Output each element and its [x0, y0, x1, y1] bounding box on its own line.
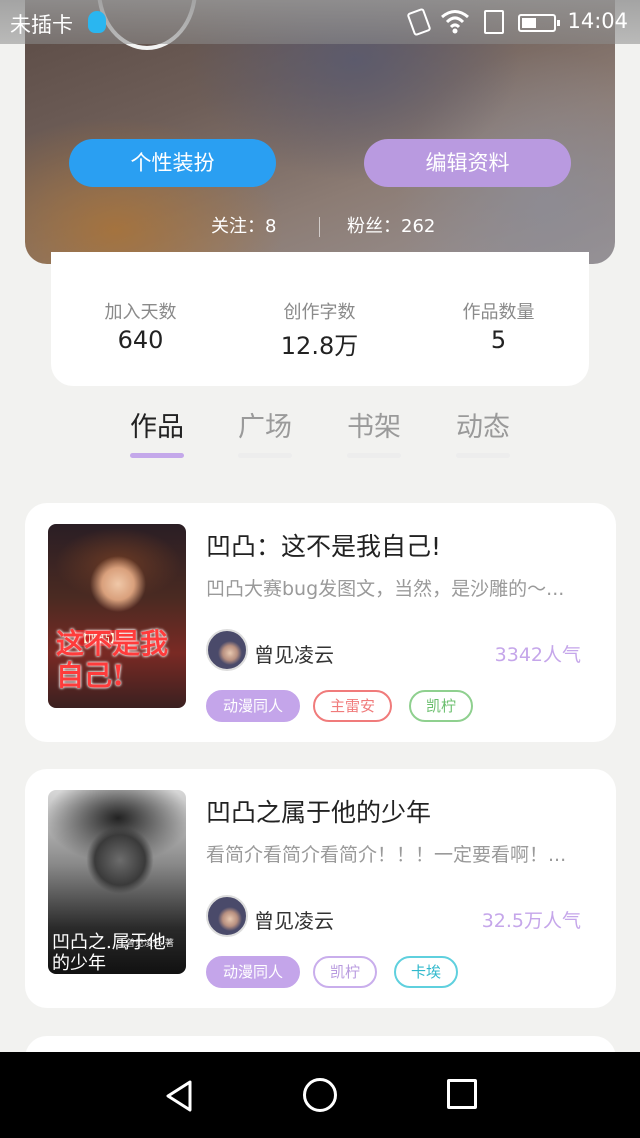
- stat-label: 作品数量: [462, 302, 535, 323]
- tab-indicator: [238, 453, 292, 458]
- popularity-count: 3342人气: [494, 644, 581, 666]
- carrier-label: 未插卡: [10, 13, 73, 37]
- author-name[interactable]: 曾见凌云: [254, 905, 334, 934]
- tab-indicator: [456, 453, 510, 458]
- status-bar: 未插卡 14:04: [0, 0, 640, 44]
- work-description: 凹凸大赛bug发图文，当然，是沙雕的～...: [206, 578, 565, 600]
- home-icon[interactable]: [303, 1078, 337, 1112]
- tab-label: 广场: [238, 412, 292, 443]
- work-tag[interactable]: 主雷安: [313, 690, 393, 722]
- tab-works[interactable]: 作品: [112, 405, 202, 458]
- work-tag[interactable]: 动漫同人: [206, 690, 301, 722]
- cover-title: 凹凸之.属于他的少年: [52, 932, 166, 974]
- edit-profile-button[interactable]: 编辑资料: [364, 139, 571, 187]
- tab-indicator: [347, 453, 401, 458]
- sim-icon: [484, 10, 504, 34]
- work-tag[interactable]: 凯柠: [409, 690, 474, 722]
- back-icon[interactable]: [160, 1076, 200, 1116]
- tab-square[interactable]: 广场: [220, 405, 310, 458]
- stat-value: 640: [117, 326, 164, 354]
- work-tag[interactable]: 凯柠: [313, 956, 378, 988]
- followers-count[interactable]: 粉丝：262: [347, 213, 435, 241]
- follow-stats: 关注：8 粉丝：262: [25, 213, 615, 241]
- system-nav-bar: [0, 1052, 640, 1138]
- stat-label: 加入天数: [104, 302, 177, 323]
- work-description: 看简介看简介看简介！！！一定要看啊！...: [206, 844, 567, 866]
- work-tag[interactable]: 卡埃: [394, 956, 459, 988]
- vibrate-icon: [406, 7, 432, 37]
- work-card[interactable]: 【凹凸】 这不是我自己! 凹凸：这不是我自己! 凹凸大赛bug发图文，当然，是沙…: [25, 503, 616, 742]
- author-avatar[interactable]: [206, 895, 248, 937]
- wifi-icon: [441, 10, 469, 34]
- cover-title: 这不是我自己!: [56, 627, 169, 692]
- tab-bar: 作品 广场 书架 动态: [0, 405, 640, 465]
- tab-activity[interactable]: 动态: [438, 405, 528, 458]
- work-card[interactable]: 曾见凌云·著 凹凸之.属于他的少年 凹凸之属于他的少年 看简介看简介看简介！！！…: [25, 769, 616, 1008]
- stat-value: 12.8万: [280, 332, 359, 360]
- work-cover-image[interactable]: 【凹凸】 这不是我自己!: [48, 524, 186, 708]
- recent-apps-icon[interactable]: [447, 1079, 477, 1109]
- popularity-count: 32.5万人气: [481, 910, 581, 932]
- work-tag[interactable]: 动漫同人: [206, 956, 301, 988]
- work-title[interactable]: 凹凸之属于他的少年: [206, 793, 431, 829]
- tab-label: 动态: [456, 412, 510, 443]
- tab-label: 作品: [130, 412, 184, 443]
- following-count[interactable]: 关注：8: [211, 213, 276, 241]
- personal-dress-button[interactable]: 个性装扮: [69, 139, 276, 187]
- follow-divider: [319, 217, 320, 237]
- clock: 14:04: [567, 9, 628, 33]
- author-name[interactable]: 曾见凌云: [254, 639, 334, 668]
- stat-value: 5: [490, 326, 507, 354]
- battery-icon: [518, 14, 560, 32]
- tab-label: 书架: [347, 412, 401, 443]
- tab-indicator: [130, 453, 184, 458]
- tab-bookshelf[interactable]: 书架: [329, 405, 419, 458]
- stats-card: 加入天数 640 创作字数 12.8万 作品数量 5: [51, 252, 589, 386]
- stat-label: 创作字数: [283, 302, 356, 323]
- qq-icon: [88, 11, 106, 33]
- work-cover-image[interactable]: 曾见凌云·著 凹凸之.属于他的少年: [48, 790, 186, 974]
- work-title[interactable]: 凹凸：这不是我自己!: [206, 527, 441, 563]
- author-avatar[interactable]: [206, 629, 248, 671]
